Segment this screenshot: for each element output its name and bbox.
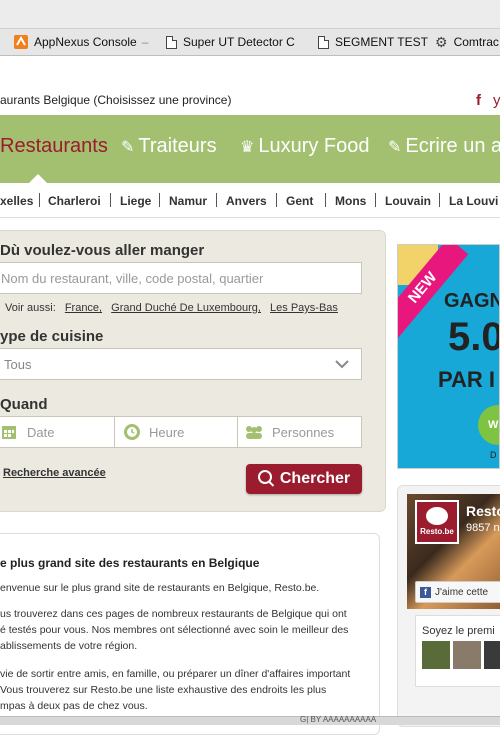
clock-icon [124,424,140,440]
search-icon [257,470,272,484]
where-input[interactable]: Nom du restaurant, ville, code postal, q… [0,262,362,294]
appnexus-icon [14,35,28,49]
bookmark-comtrac[interactable]: ⚙ Comtrac [435,34,499,50]
people-icon [246,426,262,439]
facebook-icon[interactable]: f [476,92,481,109]
ad-banner[interactable]: NEW GAGN 5.0 PAR I WI D [397,244,500,469]
link-luxembourg[interactable]: Grand Duché De Luxembourg, [111,302,261,314]
bookmark-appnexus[interactable]: AppNexus Console – [14,34,148,50]
divider [39,193,40,207]
province-bruxelles[interactable]: xelles [0,194,33,208]
province-liege[interactable]: Liege [120,194,151,208]
divider [375,193,376,207]
document-icon [318,35,329,49]
facebook-likes-count: 9857 n [466,522,500,534]
nav-luxury-food[interactable]: ♛ Luxury Food [240,135,370,158]
advanced-search-link[interactable]: Recherche avancée [3,467,106,479]
date-input[interactable]: Date [0,416,116,448]
whisk-icon: ✎ [121,138,135,156]
intro-paragraph: us trouverez dans ces pages de nombreux … [0,608,349,652]
people-input[interactable]: Personnes [237,416,362,448]
intro-paragraph: vie de sortir entre amis, en famille, ou… [0,668,351,712]
province-la-louviere[interactable]: La Louvi [449,194,498,208]
ad-headline: GAGN [444,290,500,312]
breadcrumb: aurants Belgique (Choisissez une provinc… [0,93,232,107]
crown-icon: ♛ [240,138,255,156]
nav-restaurants[interactable]: Restaurants [0,135,108,158]
cuisine-label: ype de cuisine [0,328,104,345]
gear-icon: ⚙ [435,34,448,50]
province-gent[interactable]: Gent [286,194,313,208]
ad-cta: WI [478,405,499,445]
facebook-icon: f [420,586,431,598]
cuisine-select[interactable]: Tous [0,348,362,380]
facebook-like-button[interactable]: f J'aime cette [415,581,500,603]
divider [439,193,440,207]
province-louvain[interactable]: Louvain [385,194,431,208]
main-nav: Restaurants ✎ Traiteurs ♛ Luxury Food ✎ … [0,115,500,183]
when-label: Quand [0,396,48,413]
nav-traiteurs[interactable]: ✎ Traiteurs [121,135,217,158]
divider [159,193,160,207]
intro-title: e plus grand site des restaurants en Bel… [0,556,260,570]
search-button[interactable]: Chercher [246,464,362,494]
resto-logo[interactable]: Resto.be [415,500,459,544]
divider [216,193,217,207]
bookmarks-bar: AppNexus Console – Super UT Detector C SE… [0,0,500,56]
avatar[interactable] [484,641,500,669]
pen-icon: ✎ [388,138,402,156]
where-label: Dù voulez-vous aller manger [0,242,205,259]
province-bar: xelles Charleroi Liege Namur Anvers Gent… [0,183,500,218]
ad-subline: PAR I [438,367,496,392]
divider [110,193,111,207]
province-anvers[interactable]: Anvers [226,194,267,208]
facebook-page-name[interactable]: Resto [466,503,500,519]
province-charleroi[interactable]: Charleroi [48,194,101,208]
divider [276,193,277,207]
province-mons[interactable]: Mons [335,194,366,208]
twitter-icon[interactable]: y [493,92,500,109]
time-input[interactable]: Heure [114,416,238,448]
facebook-friends-text: Soyez le premi [422,625,495,637]
chevron-down-icon [335,360,349,369]
avatar[interactable] [422,641,450,669]
plate-icon [426,507,448,525]
link-france[interactable]: France, [65,302,102,314]
ad-footer: D [490,450,497,460]
ad-amount: 5.0 [448,315,500,359]
nav-ecrire-avis[interactable]: ✎ Ecrire un av [388,135,500,158]
bookmark-super-ut[interactable]: Super UT Detector C [166,34,295,50]
document-icon [166,35,177,49]
bookmark-segment-test[interactable]: SEGMENT TEST [318,34,428,50]
intro-paragraph: envenue sur le plus grand site de restau… [0,582,320,594]
calendar-icon [2,426,16,439]
see-also: Voir aussi: France, Grand Duché De Luxem… [5,302,338,314]
province-namur[interactable]: Namur [169,194,207,208]
active-nav-indicator [29,174,47,183]
avatar[interactable] [453,641,481,669]
browser-top-strip [0,0,500,29]
link-pays-bas[interactable]: Les Pays-Bas [270,302,338,314]
divider [325,193,326,207]
